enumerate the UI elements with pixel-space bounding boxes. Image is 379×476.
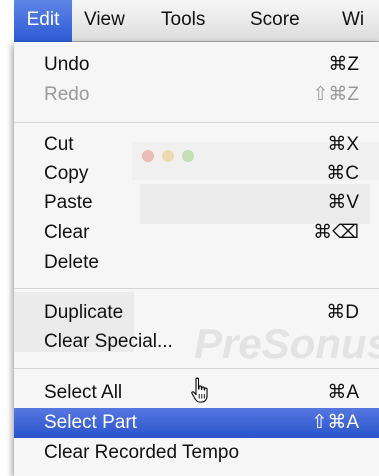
menu-item-delete[interactable]: Delete (14, 248, 379, 278)
menu-item-label: Redo (44, 84, 90, 105)
menu-item-label: Select Part (44, 412, 137, 433)
pointing-hand-cursor-icon (191, 377, 208, 403)
menu-item-label: Duplicate (44, 302, 124, 323)
menu-item-label: Cut (44, 134, 74, 155)
menu-item-shortcut: ⌘Z (328, 54, 359, 75)
menu-item-paste[interactable]: Paste ⌘V (14, 188, 379, 218)
menu-item-undo[interactable]: Undo ⌘Z (14, 50, 379, 80)
menu-tools[interactable]: Tools (161, 0, 205, 42)
menu-item-shortcut: ⌘C (326, 163, 359, 184)
menu-item-shortcut: ⌘⌫ (313, 222, 359, 243)
menu-window[interactable]: Wi (342, 0, 364, 42)
menu-score[interactable]: Score (250, 0, 300, 42)
menu-item-copy[interactable]: Copy ⌘C (14, 159, 379, 189)
menu-separator (14, 288, 379, 289)
menu-separator (14, 368, 379, 369)
menu-item-duplicate[interactable]: Duplicate ⌘D (14, 298, 379, 328)
menu-item-label: Clear (44, 222, 90, 243)
menu-item-redo: Redo ⇧⌘Z (14, 80, 379, 110)
menu-item-clear-special[interactable]: Clear Special... (14, 327, 379, 357)
menu-view[interactable]: View (84, 0, 125, 42)
edit-menu-dropdown: · PreSonus Undo ⌘Z Redo ⇧⌘Z Cut ⌘X Copy … (14, 42, 379, 476)
menu-separator (14, 122, 379, 123)
menu-edit[interactable]: Edit (14, 0, 72, 42)
menu-item-cut[interactable]: Cut ⌘X (14, 130, 379, 160)
menu-bar: Edit View Tools Score Wi (14, 0, 379, 42)
screen: Edit View Tools Score Wi · PreSonus Undo… (0, 0, 379, 476)
menu-item-shortcut: ⌘A (327, 382, 359, 403)
menu-item-shortcut: ⌘D (326, 302, 359, 323)
menu-item-select-part[interactable]: Select Part ⇧⌘A (14, 408, 379, 438)
menu-item-label: Select All (44, 382, 123, 403)
menu-item-label: Delete (44, 252, 99, 273)
menu-item-clear[interactable]: Clear ⌘⌫ (14, 218, 379, 248)
menu-item-shortcut: ⇧⌘Z (312, 84, 359, 105)
menu-item-label: Paste (44, 192, 93, 213)
menu-item-clear-recorded-tempo[interactable]: Clear Recorded Tempo (14, 438, 379, 468)
menu-item-shortcut: ⌘V (327, 192, 359, 213)
menu-item-shortcut: ⇧⌘A (311, 412, 359, 433)
menu-item-shortcut: ⌘X (327, 134, 359, 155)
menu-item-label: Copy (44, 163, 89, 184)
menu-item-label: Clear Recorded Tempo (44, 442, 240, 463)
menu-item-label: Clear Special... (44, 331, 173, 352)
menu-item-label: Undo (44, 54, 90, 75)
